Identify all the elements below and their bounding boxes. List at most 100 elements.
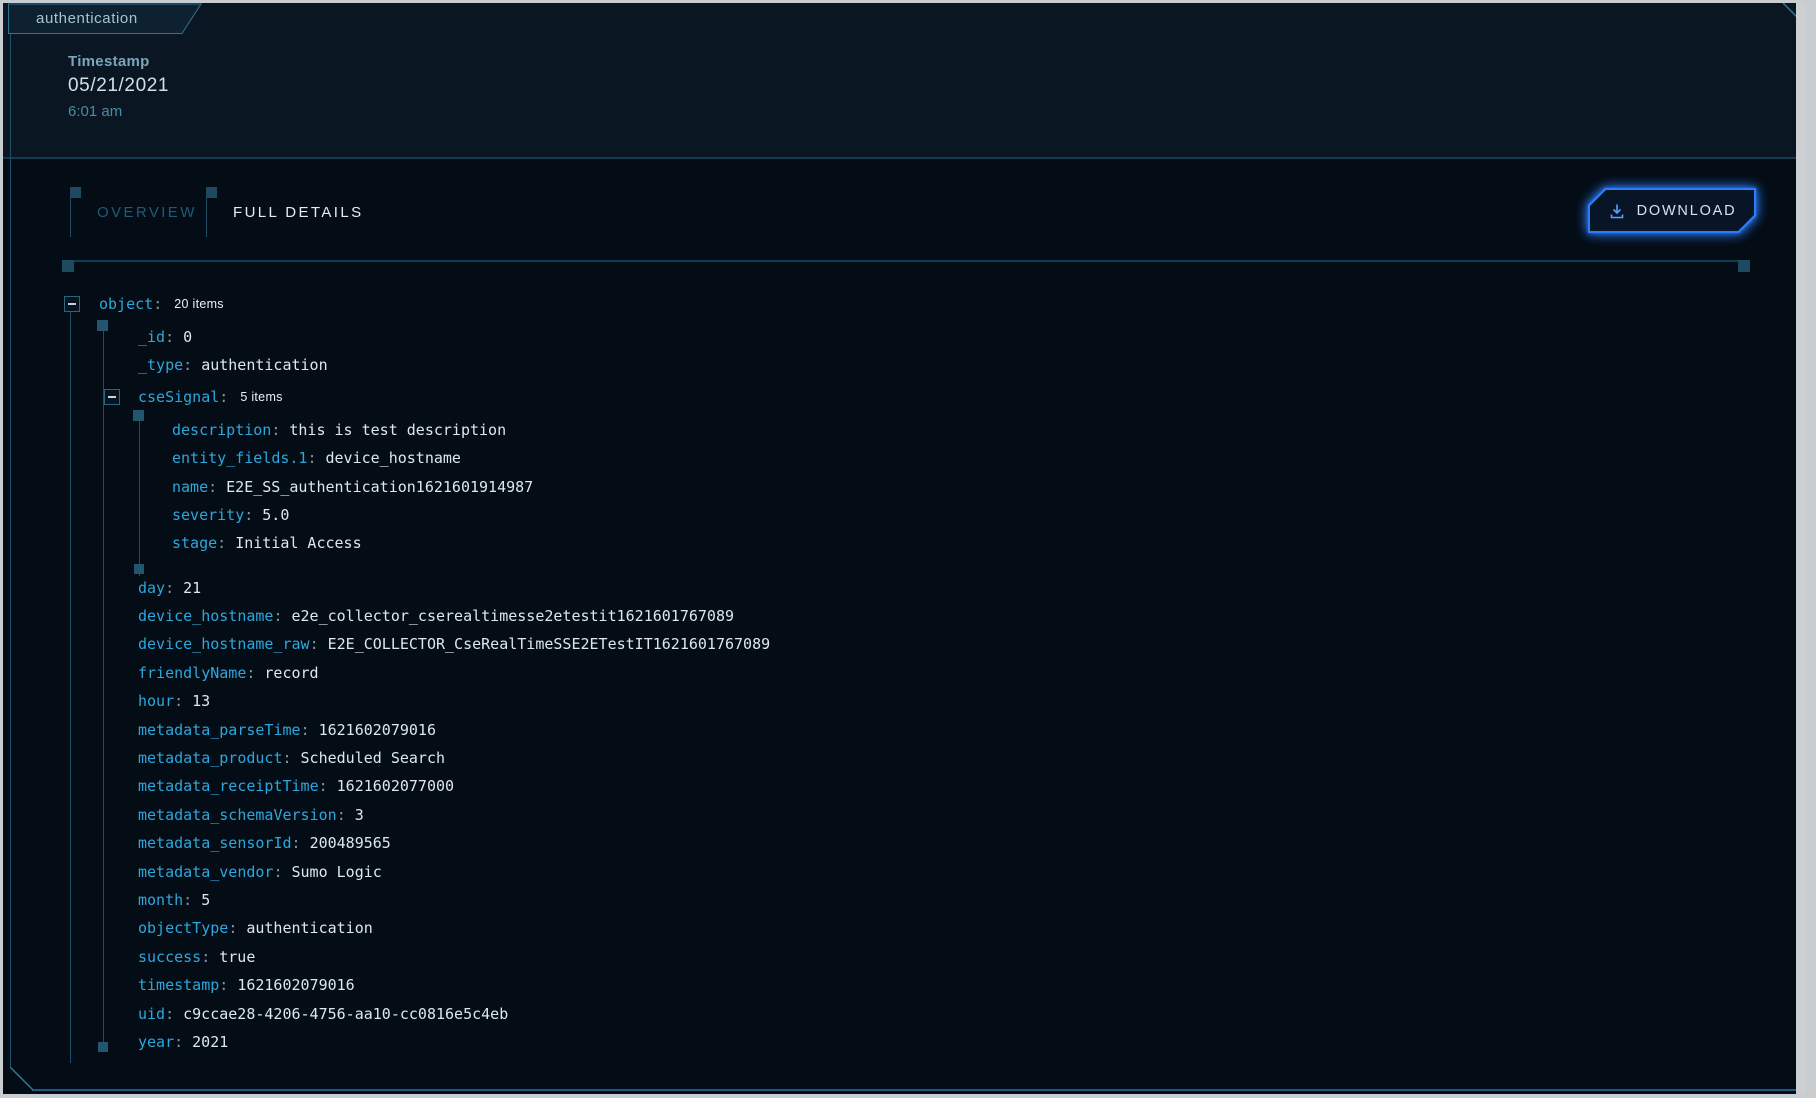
- download-button-label: DOWNLOAD: [1637, 203, 1737, 219]
- json-key: object: [99, 295, 153, 313]
- json-key: day: [138, 579, 165, 597]
- tree-row: hour:13: [3, 687, 1743, 715]
- rule-end-square: [1738, 260, 1750, 272]
- tree-row: metadata_sensorId:200489565: [3, 829, 1743, 857]
- json-key: device_hostname_raw: [138, 635, 310, 653]
- tab-marker-icon: [206, 187, 217, 198]
- tree-row: severity:5.0: [3, 501, 1743, 529]
- collapse-toggle-icon[interactable]: [104, 389, 120, 405]
- json-colon: :: [217, 534, 226, 552]
- json-value: Initial Access: [235, 534, 361, 552]
- tab-full-details-label: FULL DETAILS: [206, 187, 364, 221]
- panel-bottom-border: [32, 1089, 1806, 1091]
- item-count: 20 items: [174, 297, 224, 311]
- json-value: E2E_SS_authentication1621601914987: [226, 478, 533, 496]
- json-colon: :: [183, 891, 192, 909]
- tab-marker-icon: [70, 187, 81, 198]
- json-key: metadata_receiptTime: [138, 777, 319, 795]
- tab-marker-line: [70, 187, 71, 237]
- json-colon: :: [165, 579, 174, 597]
- record-details-panel: authentication Timestamp 05/21/2021 6:01…: [3, 3, 1806, 1094]
- tree-row: year:2021: [3, 1028, 1743, 1056]
- tree-row: metadata_parseTime:1621602079016: [3, 715, 1743, 743]
- tree-row: name:E2E_SS_authentication1621601914987: [3, 472, 1743, 500]
- json-value: E2E_COLLECTOR_CseRealTimeSSE2ETestIT1621…: [328, 635, 771, 653]
- tree-row: day:21: [3, 574, 1743, 602]
- entity-tab-label: authentication: [36, 10, 138, 27]
- json-colon: :: [337, 806, 346, 824]
- corner-cut-bottom-left: [10, 1067, 34, 1091]
- json-colon: :: [319, 777, 328, 795]
- tab-marker-line: [206, 187, 207, 237]
- tree-row: description:this is test description: [3, 416, 1743, 444]
- download-button[interactable]: DOWNLOAD: [1588, 188, 1756, 233]
- json-colon: :: [301, 721, 310, 739]
- json-colon: :: [165, 328, 174, 346]
- json-value: 5: [201, 891, 210, 909]
- json-value: authentication: [201, 356, 327, 374]
- tree-row: device_hostname_raw:E2E_COLLECTOR_CseRea…: [3, 630, 1743, 658]
- json-value: 3: [355, 806, 364, 824]
- json-value: Sumo Logic: [292, 863, 382, 881]
- json-colon: :: [174, 692, 183, 710]
- json-key: metadata_product: [138, 749, 283, 767]
- json-key: name: [172, 478, 208, 496]
- json-key: _type: [138, 356, 183, 374]
- timestamp-label: Timestamp: [68, 53, 169, 70]
- tree-row: metadata_product: Scheduled Search: [3, 744, 1743, 772]
- json-colon: :: [174, 1033, 183, 1051]
- tree-row: metadata_receiptTime:1621602077000: [3, 772, 1743, 800]
- json-key: friendlyName: [138, 664, 246, 682]
- json-value: 1621602079016: [319, 721, 436, 739]
- tab-full-details[interactable]: FULL DETAILS: [206, 187, 364, 239]
- timestamp-time: 6:01 am: [68, 103, 169, 120]
- entity-tab-authentication[interactable]: authentication: [8, 3, 208, 35]
- tree-row: entity_fields.1: device_hostname: [3, 444, 1743, 472]
- tree-row: object:20 items: [3, 290, 1743, 318]
- json-key: uid: [138, 1005, 165, 1023]
- json-key: entity_fields.1: [172, 449, 307, 467]
- json-colon: :: [292, 834, 301, 852]
- json-value: 1621602079016: [237, 976, 354, 994]
- json-colon: :: [271, 421, 280, 439]
- json-value: 2021: [192, 1033, 228, 1051]
- json-value: 1621602077000: [337, 777, 454, 795]
- json-colon: :: [273, 863, 282, 881]
- tree-row: uid:c9ccae28-4206-4756-aa10-cc0816e5c4eb: [3, 999, 1743, 1027]
- tree-row: _type:authentication: [3, 351, 1743, 379]
- json-key: hour: [138, 692, 174, 710]
- timestamp-block: Timestamp 05/21/2021 6:01 am: [68, 53, 169, 120]
- json-key: objectType: [138, 919, 228, 937]
- tree-row: device_hostname:e2e_collector_cserealtim…: [3, 602, 1743, 630]
- json-value: 200489565: [310, 834, 391, 852]
- collapse-toggle-icon[interactable]: [64, 296, 80, 312]
- tree-row: objectType: authentication: [3, 914, 1743, 942]
- json-value: this is test description: [289, 421, 506, 439]
- json-value: 0: [183, 328, 192, 346]
- json-value: Scheduled Search: [301, 749, 446, 767]
- json-value: 13: [192, 692, 210, 710]
- json-key: metadata_vendor: [138, 863, 273, 881]
- json-colon: :: [228, 919, 237, 937]
- json-key: year: [138, 1033, 174, 1051]
- scrollbar[interactable]: [1796, 3, 1806, 1094]
- tab-overview[interactable]: OVERVIEW: [70, 187, 197, 239]
- tab-overview-label: OVERVIEW: [70, 187, 197, 221]
- json-colon: :: [153, 295, 162, 313]
- tree-row: stage: Initial Access: [3, 529, 1743, 557]
- json-key: stage: [172, 534, 217, 552]
- json-colon: :: [307, 449, 316, 467]
- json-colon: :: [201, 948, 210, 966]
- json-key: month: [138, 891, 183, 909]
- download-icon: [1608, 202, 1626, 220]
- tree-row: metadata_vendor: Sumo Logic: [3, 857, 1743, 885]
- json-key: severity: [172, 506, 244, 524]
- rule-end-square: [62, 260, 74, 272]
- json-value: device_hostname: [326, 449, 461, 467]
- json-key: metadata_sensorId: [138, 834, 292, 852]
- json-colon: :: [283, 749, 292, 767]
- json-value: authentication: [246, 919, 372, 937]
- json-key: timestamp: [138, 976, 219, 994]
- json-value: 5.0: [262, 506, 289, 524]
- json-colon: :: [273, 607, 282, 625]
